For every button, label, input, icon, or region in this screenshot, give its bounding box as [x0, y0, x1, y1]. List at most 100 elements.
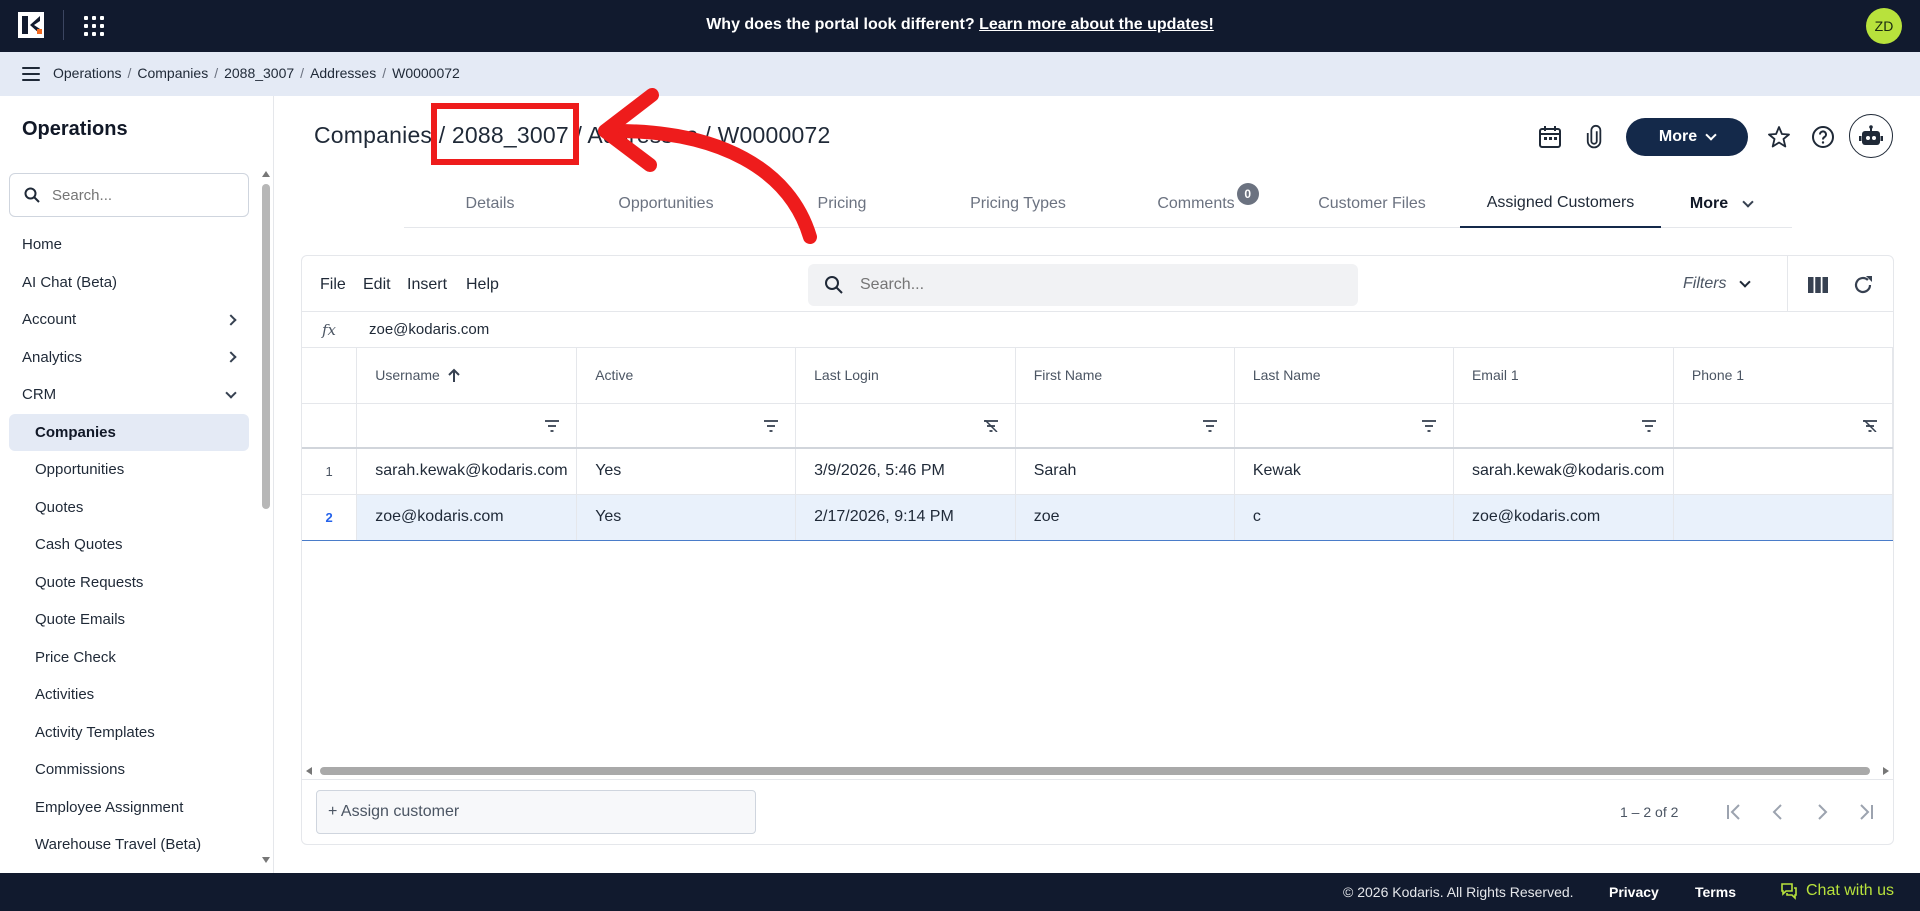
- menu-edit[interactable]: Edit: [363, 276, 391, 294]
- filter-cell[interactable]: [795, 403, 1016, 449]
- breadcrumb-item[interactable]: Companies: [137, 65, 208, 81]
- cell-first-name[interactable]: Sarah: [1015, 448, 1235, 495]
- sidebar-item-opportunities[interactable]: Opportunities: [9, 451, 249, 489]
- cell-active[interactable]: Yes: [576, 493, 797, 541]
- menu-file[interactable]: File: [320, 276, 346, 294]
- filter-off-icon[interactable]: [983, 419, 999, 432]
- sidebar-item-price-check[interactable]: Price Check: [9, 639, 249, 677]
- breadcrumb-item[interactable]: Addresses: [310, 65, 376, 81]
- cell-last-name[interactable]: Kewak: [1234, 448, 1454, 495]
- sidebar-item-companies[interactable]: Companies: [9, 413, 249, 451]
- table-row-selected[interactable]: 2 zoe@kodaris.com Yes 2/17/2026, 9:14 PM…: [302, 493, 1893, 541]
- sidebar-item-analytics[interactable]: Analytics: [9, 339, 249, 377]
- ai-assistant-button[interactable]: [1849, 114, 1893, 158]
- next-page-icon[interactable]: [1810, 800, 1834, 824]
- paperclip-icon[interactable]: [1581, 124, 1607, 150]
- menu-insert[interactable]: Insert: [407, 276, 447, 294]
- table-row[interactable]: 1 sarah.kewak@kodaris.com Yes 3/9/2026, …: [302, 448, 1893, 495]
- sort-ascending-icon[interactable]: [448, 368, 460, 383]
- column-header-email-1[interactable]: Email 1: [1453, 348, 1674, 404]
- filter-cell[interactable]: [356, 403, 578, 449]
- cell-last-login[interactable]: 3/9/2026, 5:46 PM: [795, 448, 1016, 495]
- cell-phone-1[interactable]: [1673, 493, 1893, 541]
- tab-customer-files[interactable]: Customer Files: [1284, 180, 1460, 228]
- filter-cell[interactable]: [1453, 403, 1674, 449]
- help-icon[interactable]: [1810, 124, 1836, 150]
- privacy-link[interactable]: Privacy: [1609, 884, 1659, 900]
- cell-active[interactable]: Yes: [576, 448, 797, 495]
- more-actions-button[interactable]: More: [1626, 118, 1748, 156]
- tab-pricing[interactable]: Pricing: [756, 180, 928, 228]
- chat-with-us-button[interactable]: Chat with us: [1780, 882, 1894, 900]
- filter-off-icon[interactable]: [1862, 419, 1878, 432]
- column-header-active[interactable]: Active: [576, 348, 797, 404]
- tab-details[interactable]: Details: [404, 180, 576, 228]
- announcement-link[interactable]: Learn more about the updates!: [979, 16, 1214, 33]
- column-header-last-name[interactable]: Last Name: [1234, 348, 1454, 404]
- tab-comments[interactable]: Comments 0: [1108, 180, 1284, 228]
- filter-icon[interactable]: [763, 419, 779, 432]
- columns-icon[interactable]: [1807, 275, 1829, 295]
- grid-search[interactable]: [808, 264, 1358, 306]
- sidebar-item-quotes[interactable]: Quotes: [9, 489, 249, 527]
- cell-last-name[interactable]: c: [1234, 493, 1454, 541]
- column-header-last-login[interactable]: Last Login: [795, 348, 1016, 404]
- cell-phone-1[interactable]: [1673, 448, 1893, 495]
- star-icon[interactable]: [1766, 124, 1792, 150]
- tab-assigned-customers[interactable]: Assigned Customers: [1460, 180, 1661, 228]
- menu-icon[interactable]: [22, 67, 40, 81]
- cell-first-name[interactable]: zoe: [1015, 493, 1235, 541]
- column-header-phone-1[interactable]: Phone 1: [1673, 348, 1893, 404]
- sidebar-item-commissions[interactable]: Commissions: [9, 751, 249, 789]
- sidebar-search-input[interactable]: [52, 186, 232, 204]
- sidebar-item-employee-assignment[interactable]: Employee Assignment: [9, 789, 249, 827]
- sidebar-item-crm[interactable]: CRM: [9, 376, 249, 414]
- sidebar-item-home[interactable]: Home: [9, 226, 249, 264]
- sidebar-item-label: Quotes: [35, 498, 84, 516]
- sidebar-item-activity-templates[interactable]: Activity Templates: [9, 714, 249, 752]
- sidebar-item-activities[interactable]: Activities: [9, 676, 249, 714]
- tab-pricing-types[interactable]: Pricing Types: [928, 180, 1108, 228]
- column-header-first-name[interactable]: First Name: [1015, 348, 1235, 404]
- filter-icon[interactable]: [1421, 419, 1437, 432]
- tab-more[interactable]: More: [1661, 180, 1781, 228]
- breadcrumb-item[interactable]: 2088_3007: [224, 65, 294, 81]
- sidebar-item-warehouse-travel[interactable]: Warehouse Travel (Beta): [9, 826, 249, 864]
- column-header-username[interactable]: Username: [356, 348, 578, 404]
- cell-email-1[interactable]: sarah.kewak@kodaris.com: [1453, 448, 1674, 495]
- cell-username[interactable]: zoe@kodaris.com: [356, 493, 578, 541]
- menu-help[interactable]: Help: [466, 276, 499, 294]
- previous-page-icon[interactable]: [1766, 800, 1790, 824]
- calendar-icon[interactable]: [1537, 124, 1563, 150]
- refresh-icon[interactable]: [1852, 274, 1874, 296]
- sidebar-scrollbar[interactable]: [262, 171, 270, 863]
- user-avatar[interactable]: ZD: [1866, 8, 1902, 44]
- horizontal-scrollbar[interactable]: [302, 764, 1893, 778]
- filters-dropdown[interactable]: Filters: [1683, 275, 1751, 293]
- breadcrumb-item[interactable]: Operations: [53, 65, 121, 81]
- sidebar-item-account[interactable]: Account: [9, 301, 249, 339]
- cell-email-1[interactable]: zoe@kodaris.com: [1453, 493, 1674, 541]
- first-page-icon[interactable]: [1722, 800, 1746, 824]
- breadcrumb-item[interactable]: W0000072: [392, 65, 460, 81]
- formula-value[interactable]: zoe@kodaris.com: [369, 321, 489, 338]
- cell-last-login[interactable]: 2/17/2026, 9:14 PM: [795, 493, 1016, 541]
- filter-icon[interactable]: [1641, 419, 1657, 432]
- grid-search-input[interactable]: [860, 276, 1320, 294]
- cell-username[interactable]: sarah.kewak@kodaris.com: [356, 448, 578, 495]
- assign-customer-button[interactable]: + Assign customer: [316, 790, 756, 834]
- filter-icon[interactable]: [544, 419, 560, 432]
- sidebar-search[interactable]: [9, 173, 249, 217]
- last-page-icon[interactable]: [1854, 800, 1878, 824]
- filter-icon[interactable]: [1202, 419, 1218, 432]
- filter-cell[interactable]: [576, 403, 797, 449]
- tab-opportunities[interactable]: Opportunities: [576, 180, 756, 228]
- sidebar-item-cash-quotes[interactable]: Cash Quotes: [9, 526, 249, 564]
- sidebar-item-quote-requests[interactable]: Quote Requests: [9, 564, 249, 602]
- filter-cell[interactable]: [1015, 403, 1235, 449]
- sidebar-item-ai-chat[interactable]: AI Chat (Beta): [9, 264, 249, 302]
- filter-cell[interactable]: [1673, 403, 1893, 449]
- filter-cell[interactable]: [1234, 403, 1454, 449]
- terms-link[interactable]: Terms: [1695, 884, 1736, 900]
- sidebar-item-quote-emails[interactable]: Quote Emails: [9, 601, 249, 639]
